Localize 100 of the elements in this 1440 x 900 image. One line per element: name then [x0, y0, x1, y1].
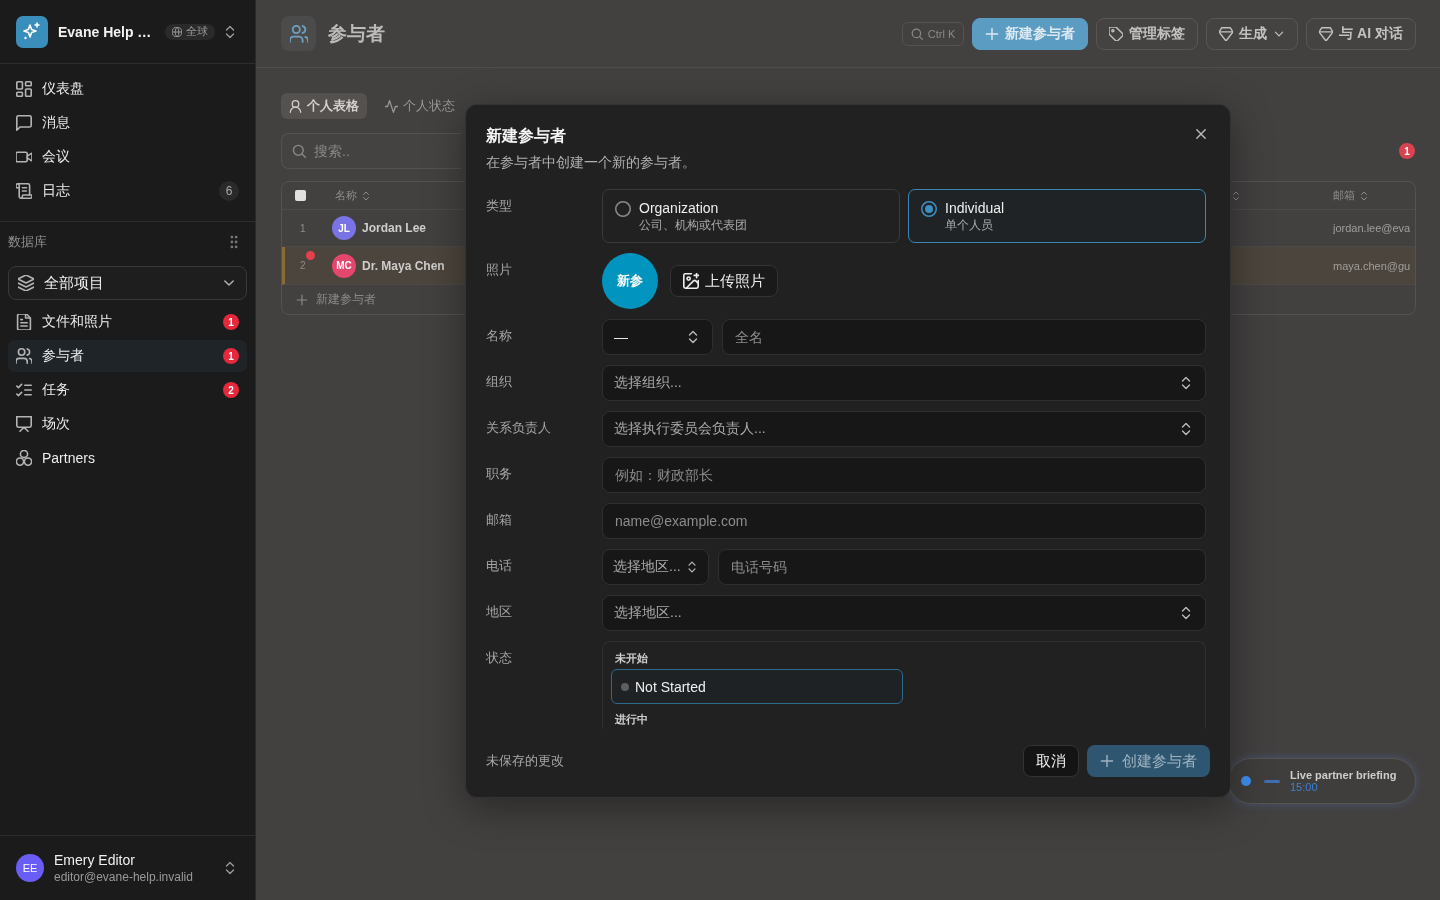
- pulse-icon: [385, 99, 398, 113]
- view-tab[interactable]: 个人状态: [377, 93, 463, 119]
- plus-icon: [296, 293, 308, 306]
- count-badge: 1: [223, 348, 239, 364]
- select-all-checkbox[interactable]: [295, 190, 306, 201]
- prefix-select[interactable]: —: [602, 319, 713, 355]
- search-field[interactable]: 搜索..: [281, 133, 461, 169]
- nav-item[interactable]: 会议: [8, 142, 247, 172]
- region-select[interactable]: 选择地区...: [602, 549, 709, 585]
- select-field[interactable]: 选择组织...: [602, 365, 1206, 401]
- count-badge: 6: [219, 181, 239, 201]
- updown-chevron-icon: [686, 330, 700, 344]
- workspace-switcher[interactable]: [223, 24, 237, 39]
- globe-icon: [172, 26, 183, 37]
- person-name: Dr. Maya Chen: [362, 258, 445, 273]
- action-button[interactable]: 生成: [1206, 17, 1299, 50]
- phone-input[interactable]: 电话号码: [718, 549, 1206, 585]
- nav-item[interactable]: 任务 2: [8, 374, 247, 406]
- plus-icon: [1100, 754, 1114, 768]
- collection-select[interactable]: 全部项目: [8, 266, 247, 300]
- tag-icon: [1109, 26, 1124, 41]
- sort-icon: [361, 190, 371, 201]
- notification-badge: 1: [1399, 143, 1415, 159]
- nav-item[interactable]: 消息: [8, 108, 247, 138]
- nav-item[interactable]: 文件和照片 1: [8, 306, 247, 338]
- sort-button[interactable]: [1231, 190, 1241, 201]
- group-label: 进行中: [614, 712, 648, 726]
- field-label: 照片: [486, 261, 512, 279]
- live-dot-icon: [1241, 776, 1251, 786]
- action-button[interactable]: 与 AI 对话: [1306, 17, 1416, 50]
- scope-label: 全球: [186, 24, 209, 39]
- close-icon: [1194, 127, 1208, 141]
- avatar: MC: [332, 253, 356, 278]
- circles-icon: [16, 450, 32, 466]
- field-label: 职务: [486, 465, 512, 483]
- radio-icon: [921, 201, 937, 217]
- field-label: 邮箱: [486, 511, 512, 529]
- layers-icon: [18, 275, 34, 291]
- nav-item[interactable]: 场次: [8, 408, 247, 440]
- select-field[interactable]: 选择执行委员会负责人...: [602, 411, 1206, 447]
- field-label: 名称: [486, 327, 512, 345]
- unsaved-note: 未保存的更改: [486, 752, 564, 770]
- select-field[interactable]: 选择地区...: [602, 595, 1206, 631]
- sparkle-icon: [16, 15, 48, 48]
- text-input[interactable]: 例如：财政部长: [602, 457, 1206, 493]
- users-icon: [16, 348, 32, 364]
- user-email: editor@evane-help.invalid: [54, 870, 194, 884]
- presentation-board-icon: [16, 416, 32, 432]
- nav-item[interactable]: Partners: [8, 442, 247, 474]
- type-option[interactable]: Organization 公司、机构或代表团: [602, 189, 900, 243]
- video-camera-icon: [16, 149, 32, 165]
- user-icon: [289, 99, 302, 113]
- users-icon: [289, 24, 308, 43]
- updown-chevron-icon: [1179, 422, 1193, 436]
- dialog-title: 新建参与者: [486, 126, 566, 146]
- speech-bubble-icon: [16, 115, 32, 131]
- count-badge: 2: [223, 382, 239, 398]
- sort-icon: [1359, 190, 1369, 201]
- status-option[interactable]: Not Started: [611, 669, 903, 704]
- updown-chevron-icon: [223, 861, 237, 875]
- field-label: 地区: [486, 603, 512, 621]
- user-name: Emery Editor: [54, 852, 136, 868]
- text-input[interactable]: name@example.com: [602, 503, 1206, 539]
- search-icon: [910, 27, 923, 40]
- nav-item[interactable]: 参与者 1: [8, 340, 247, 372]
- dash-icon: [1264, 779, 1280, 783]
- updown-chevron-icon: [1179, 606, 1193, 620]
- email-cell-text: jordan.lee@eva: [1333, 222, 1412, 234]
- cancel-button[interactable]: 取消: [1023, 745, 1079, 777]
- full-name-input[interactable]: 全名: [722, 319, 1206, 355]
- gem-icon: [1219, 26, 1234, 41]
- event-title: Live partner briefing: [1290, 769, 1397, 781]
- gem-icon: [1319, 26, 1334, 41]
- event-pill[interactable]: Live partner briefing 15:00: [1228, 758, 1416, 804]
- sort-icon: [1231, 190, 1241, 201]
- row-number: 2: [300, 260, 306, 271]
- scroll-icon: [16, 183, 32, 199]
- action-button[interactable]: 管理标签: [1096, 17, 1199, 50]
- radio-icon: [615, 201, 631, 217]
- type-option[interactable]: Individual 单个人员: [908, 189, 1206, 243]
- workspace-name: Evane Help …: [58, 23, 152, 40]
- group-label: 未开始: [614, 651, 648, 665]
- field-label: 类型: [486, 197, 512, 215]
- account-switcher[interactable]: [223, 861, 237, 875]
- field-label: 组织: [486, 373, 512, 391]
- plus-icon: [985, 26, 1000, 41]
- upload-photo-button[interactable]: 上传照片: [670, 265, 778, 297]
- updown-chevron-icon: [1179, 376, 1193, 390]
- search-icon: [292, 144, 306, 158]
- updown-chevron-icon: [223, 24, 237, 39]
- view-tab[interactable]: 个人表格: [281, 93, 367, 119]
- image-plus-icon: [683, 273, 699, 289]
- nav-item[interactable]: 仪表盘: [8, 74, 247, 104]
- updown-chevron-icon: [686, 561, 698, 573]
- checklist-icon: [16, 382, 32, 398]
- dialog-subtitle: 在参与者中创建一个新的参与者。: [486, 153, 696, 171]
- person-name: Jordan Lee: [362, 221, 427, 235]
- section-title: 数据库: [8, 233, 47, 251]
- nav-item[interactable]: 日志 6: [8, 176, 247, 206]
- avatar: JL: [332, 216, 356, 240]
